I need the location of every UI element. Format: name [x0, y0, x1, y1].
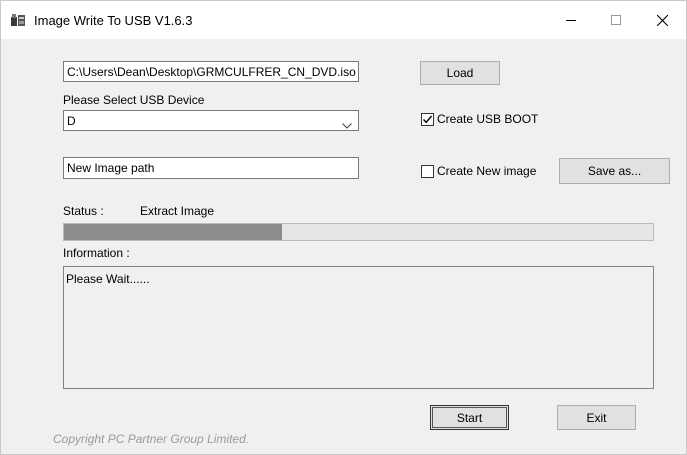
create-new-image-checkbox[interactable]: [421, 165, 434, 178]
close-button[interactable]: [639, 1, 685, 39]
information-label: Information :: [63, 246, 130, 260]
maximize-button[interactable]: [593, 1, 639, 39]
usb-app-icon: [10, 12, 26, 28]
iso-path-input[interactable]: C:\Users\Dean\Desktop\GRMCULFRER_CN_DVD.…: [63, 61, 359, 82]
status-label: Status :: [63, 204, 104, 218]
usb-device-select[interactable]: D: [63, 110, 359, 131]
image-path-input[interactable]: New Image path: [63, 157, 359, 179]
create-usb-boot-checkbox[interactable]: [421, 113, 434, 126]
usb-device-value: D: [67, 114, 76, 128]
title-bar[interactable]: Image Write To USB V1.6.3: [1, 1, 686, 39]
close-icon: [656, 14, 668, 26]
maximize-icon: [611, 15, 621, 25]
information-textbox[interactable]: Please Wait......: [63, 266, 654, 389]
information-text: Please Wait......: [66, 272, 150, 286]
minimize-icon: [566, 15, 576, 25]
start-button[interactable]: Start: [430, 405, 509, 430]
progress-bar: [63, 223, 654, 241]
status-value: Extract Image: [140, 204, 215, 218]
window-title: Image Write To USB V1.6.3: [34, 13, 193, 28]
app-window: Image Write To USB V1.6.3 C:\Users\Dean\…: [0, 0, 687, 455]
chevron-down-icon: [342, 118, 352, 130]
minimize-button[interactable]: [548, 1, 594, 39]
usb-device-label: Please Select USB Device: [63, 93, 205, 107]
create-usb-boot-label[interactable]: Create USB BOOT: [437, 112, 538, 126]
progress-fill: [64, 224, 282, 240]
create-new-image-label[interactable]: Create New image: [437, 164, 536, 178]
load-button[interactable]: Load: [420, 61, 500, 85]
copyright-text: Copyright PC Partner Group Limited.: [53, 432, 250, 446]
save-as-button[interactable]: Save as...: [559, 158, 670, 184]
exit-button[interactable]: Exit: [557, 405, 636, 430]
